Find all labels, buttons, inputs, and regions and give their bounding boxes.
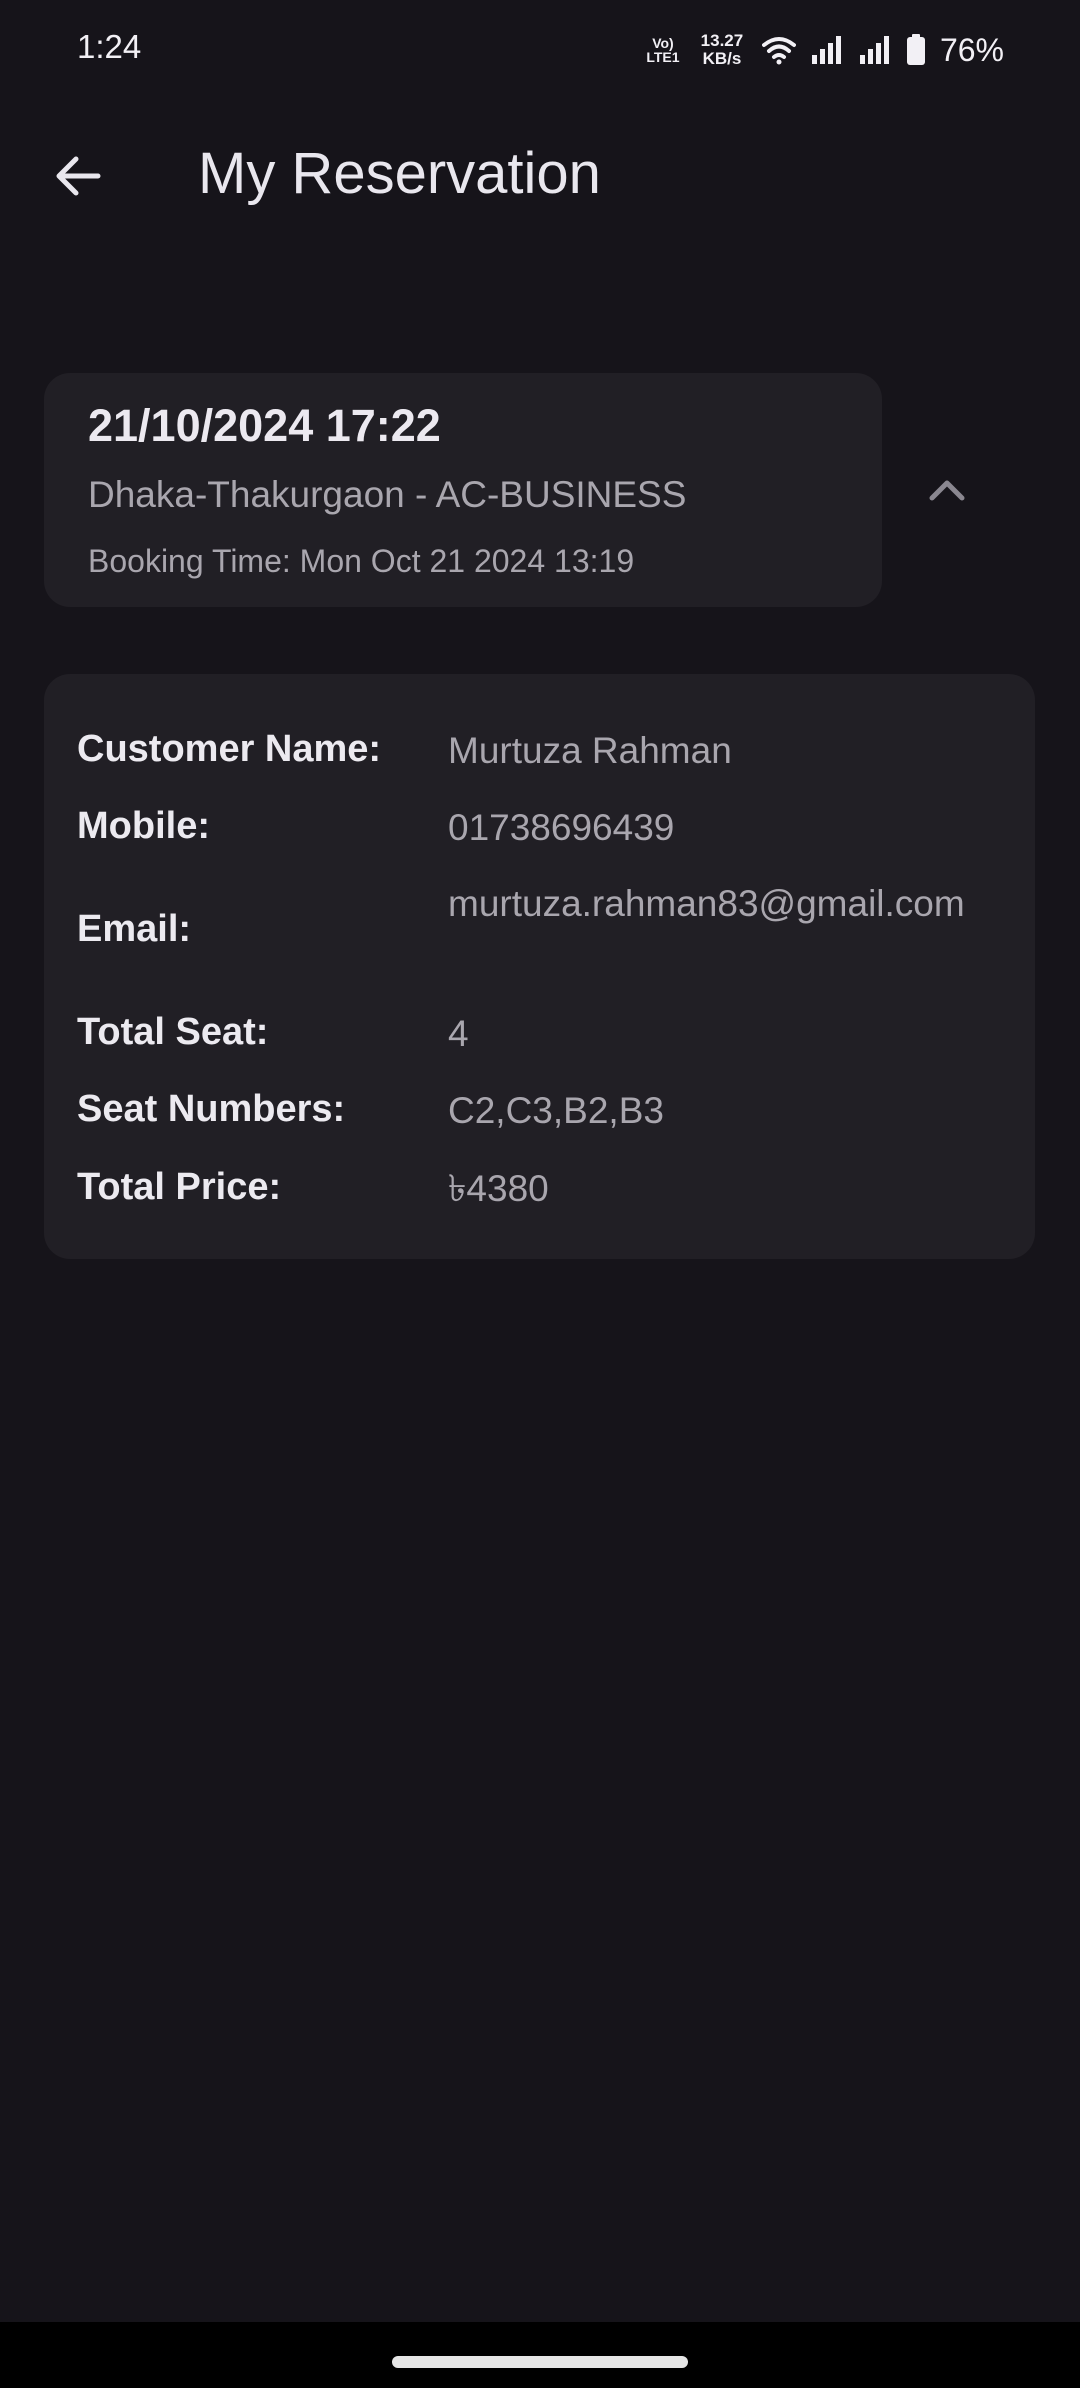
trip-route: Dhaka-Thakurgaon - AC-BUSINESS (88, 474, 687, 515)
app-bar: My Reservation (0, 120, 1080, 232)
status-time: 1:24 (77, 28, 142, 65)
detail-value: murtuza.rahman83@gmail.com (448, 883, 965, 924)
volte-indicator: Vo) LTE1 (646, 35, 680, 65)
signal-icon (859, 36, 889, 64)
navigation-bar (0, 2322, 1080, 2388)
detail-label: Customer Name: (77, 728, 382, 770)
signal-icon (811, 36, 841, 64)
detail-value: ৳4380 (448, 1168, 549, 1209)
detail-label: Total Price: (77, 1166, 282, 1208)
chevron-up-icon (929, 480, 965, 501)
status-bar: 1:24 Vo) LTE1 13.27 KB/s 76% (0, 0, 1080, 100)
collapse-toggle-button[interactable] (917, 460, 977, 520)
back-button[interactable] (36, 144, 120, 208)
booking-time: Booking Time: Mon Oct 21 2024 13:19 (88, 543, 635, 579)
wifi-icon (761, 37, 796, 65)
network-speed: 13.27 KB/s (700, 31, 744, 68)
battery-icon (906, 34, 925, 65)
detail-label: Seat Numbers: (77, 1088, 346, 1130)
detail-value: Murtuza Rahman (448, 730, 732, 771)
detail-label: Mobile: (77, 805, 210, 847)
detail-value: 4 (448, 1013, 469, 1054)
home-gesture-handle[interactable] (392, 2356, 688, 2368)
battery-percent: 76% (939, 31, 1004, 68)
status-icons: Vo) LTE1 13.27 KB/s 76% (644, 28, 1004, 72)
page-title: My Reservation (198, 141, 601, 206)
arrow-left-icon (56, 156, 101, 196)
detail-value: C2,C3,B2,B3 (448, 1090, 664, 1131)
reservation-summary-card[interactable]: 21/10/2024 17:22 Dhaka-Thakurgaon - AC-B… (44, 373, 882, 607)
detail-value: 01738696439 (448, 807, 675, 848)
reservation-details-card: Customer Name: Murtuza Rahman Mobile: 01… (44, 674, 1035, 1259)
trip-datetime: 21/10/2024 17:22 (88, 400, 441, 451)
detail-label: Email: (77, 908, 192, 950)
detail-label: Total Seat: (77, 1011, 269, 1053)
